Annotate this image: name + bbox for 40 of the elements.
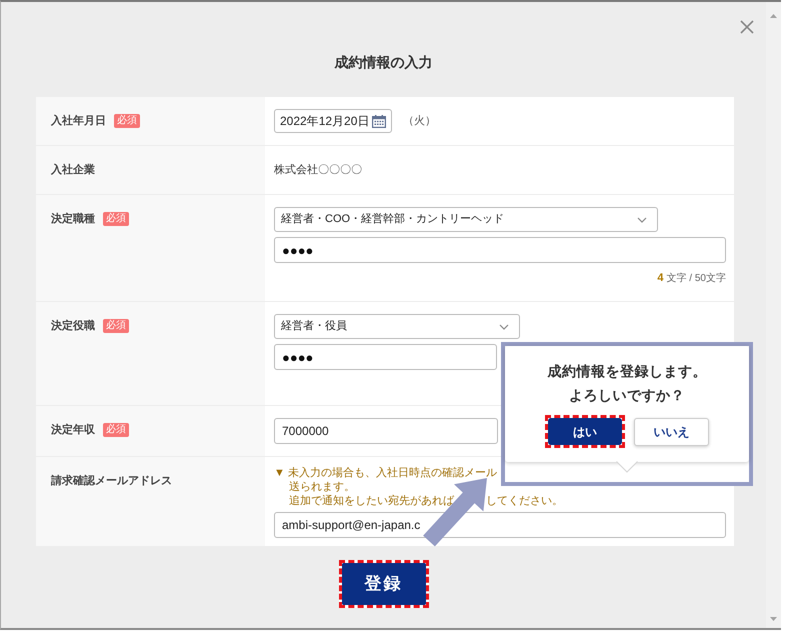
close-button[interactable] [739,19,755,35]
scroll-down-icon [770,617,777,621]
submit-button[interactable]: 登録 [342,563,426,605]
chevron-down-icon [499,324,509,330]
field-label: 決定職種 [51,212,95,227]
text-input[interactable]: ●●●● [274,344,497,370]
field-label: 請求確認メールアドレス [51,474,172,489]
confirm-message: よろしいですか？ [568,386,686,405]
text-input[interactable]: ambi-support@en-japan.c [274,512,726,538]
confirm-button[interactable]: はい [548,418,622,445]
cancel-button[interactable]: いいえ [634,418,709,446]
calendar-icon [372,114,386,128]
annotation-arrow [422,477,488,548]
note-text: 追加で通知をしたい宛先があれば [289,494,454,508]
dialog-title: 成約情報の入力 [333,53,434,72]
scroll-up-icon [770,14,777,18]
note-text: ▼ 未入力の場合も、入社日時点の確認メール [274,466,497,480]
char-limit-text: 文字 / 50文字 [666,272,726,286]
weekday-text: （火） [403,114,436,129]
required-badge: 必須 [103,319,129,333]
required-badge: 必須 [103,212,129,226]
select-field[interactable]: 経営者・COO・経営幹部・カントリーヘッド [274,207,658,232]
company-text: 株式会社〇〇〇〇 [274,163,362,178]
scrollbar[interactable] [766,2,781,628]
confirm-message: 成約情報を登録します。 [546,362,708,381]
chevron-down-icon [637,216,647,222]
required-badge: 必須 [114,114,140,128]
text-input[interactable]: ●●●● [274,237,726,263]
field-label: 決定役職 [51,318,95,334]
close-icon [739,19,755,35]
required-badge: 必須 [103,423,129,437]
note-text: してください。 [486,494,563,508]
select-field[interactable]: 経営者・役員 [274,314,520,339]
char-count: 4 [657,271,664,285]
field-label: 入社年月日 [51,114,106,129]
note-text: 送られます。 [289,480,355,494]
text-input[interactable]: 7000000 [274,418,498,444]
field-label: 決定年収 [51,422,95,438]
date-field[interactable]: 2022年12月20日 [274,109,392,133]
field-label: 入社企業 [51,162,95,178]
